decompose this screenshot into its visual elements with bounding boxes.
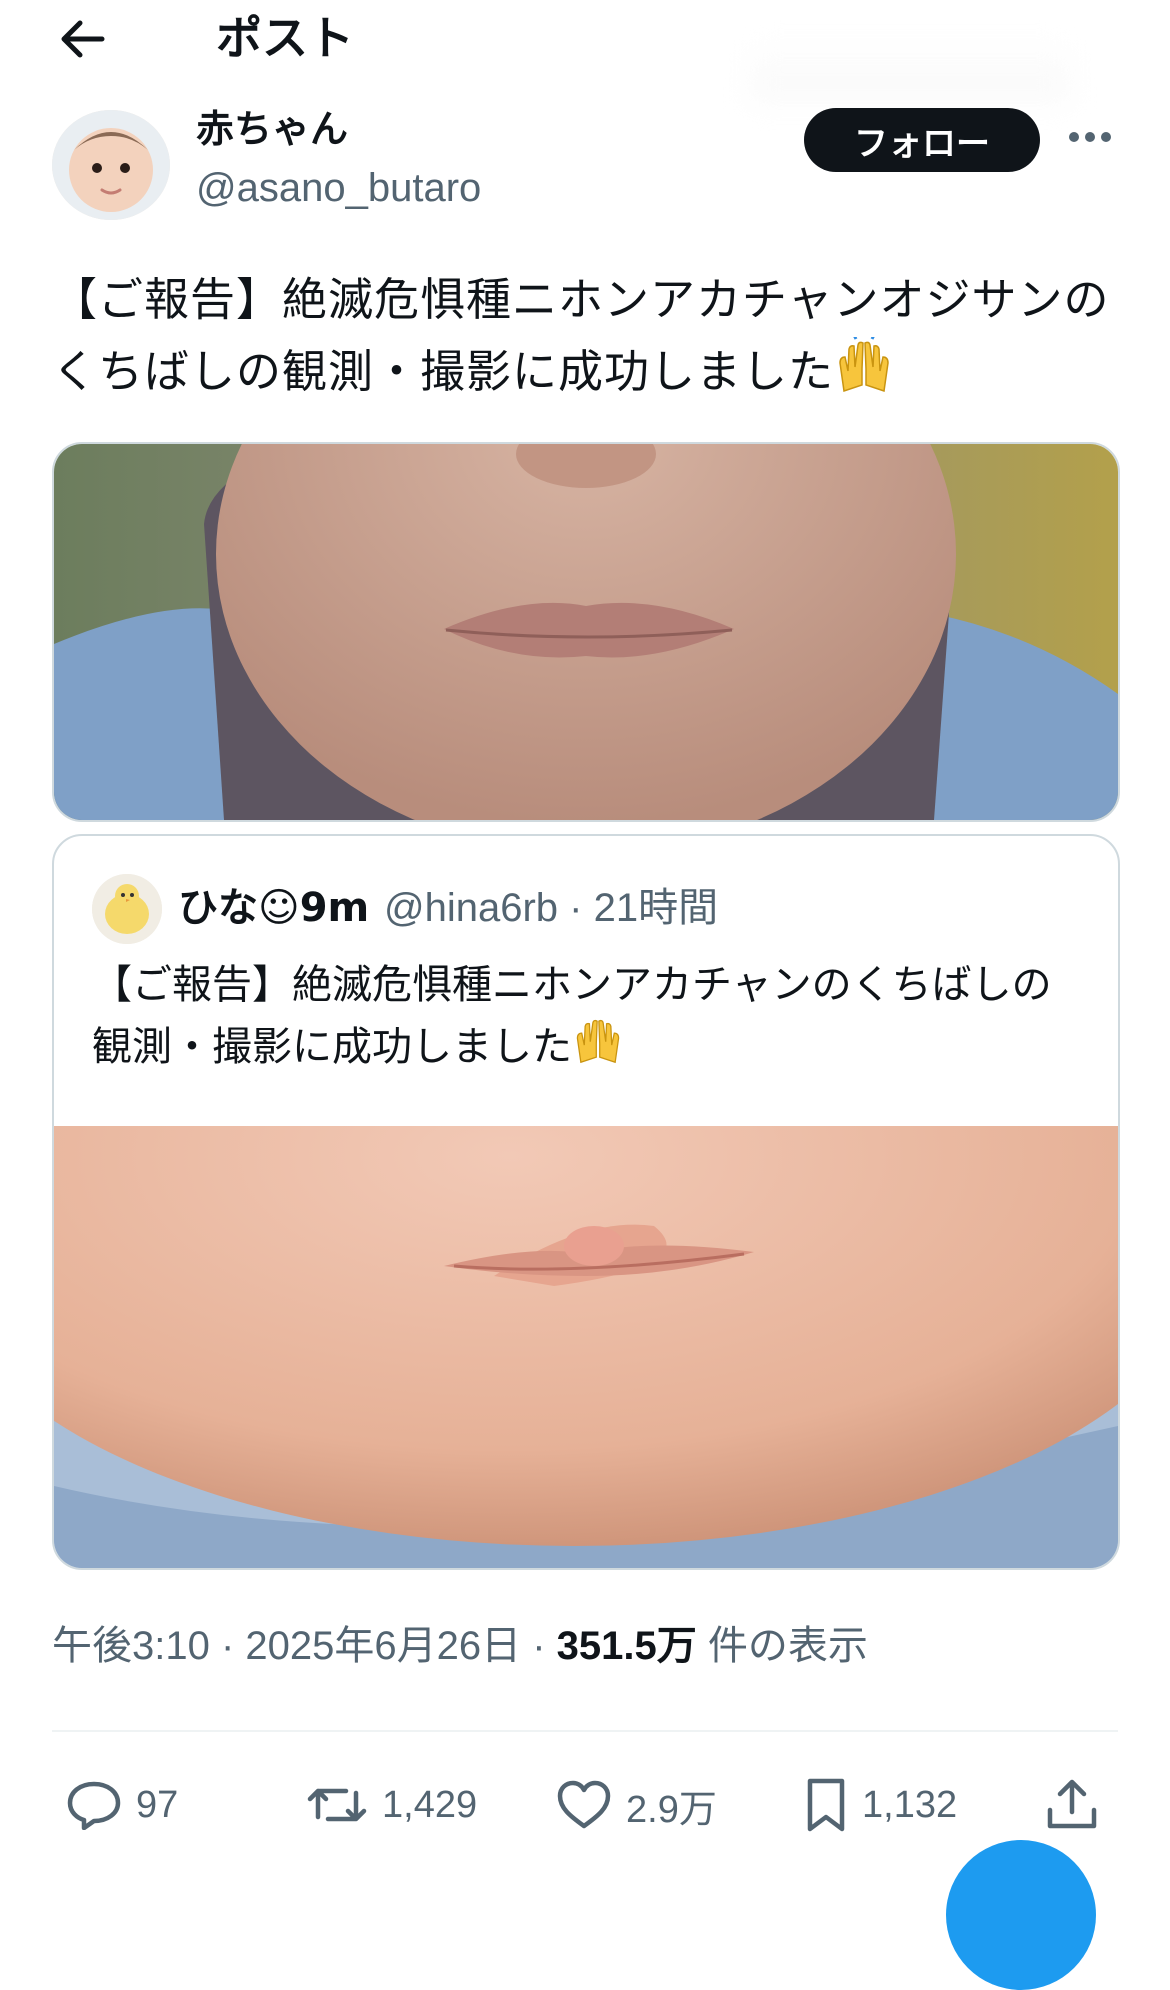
author-display-name[interactable]: 赤ちゃん: [196, 104, 348, 154]
divider: [52, 1730, 1118, 1732]
post-text: 【ご報告】絶滅危惧種ニホンアカチャンオジサンのくちばしの観測・撮影に成功しました: [52, 264, 1132, 414]
view-count-suffix: 件の表示: [696, 1624, 868, 1668]
repost-button[interactable]: 1,429: [306, 1770, 477, 1840]
post-text-body: 【ご報告】絶滅危惧種ニホンアカチャンオジサンのくちばしの観測・撮影に成功しました: [52, 273, 1110, 398]
repost-count: 1,429: [382, 1783, 478, 1826]
like-count: 2.9万: [626, 1788, 717, 1831]
more-button[interactable]: [1060, 112, 1120, 162]
view-count: 351.5万: [556, 1624, 697, 1668]
heart-icon: [557, 1780, 611, 1829]
raising-hands-emoji: [834, 332, 894, 414]
repost-icon: [307, 1788, 367, 1822]
quote-text: 【ご報告】絶滅危惧種ニホンアカチャンのくちばしの観測・撮影に成功しました: [92, 954, 1082, 1082]
quote-media-image[interactable]: [54, 1126, 1118, 1568]
quote-handle-time: @hina6rb · 21時間: [384, 886, 719, 930]
reply-icon: [67, 1781, 121, 1830]
raising-hands-emoji: [572, 1016, 624, 1082]
bookmark-count: 1,132: [862, 1783, 958, 1826]
arrow-left-icon: [61, 20, 105, 58]
bookmark-icon: [807, 1778, 845, 1832]
avatar[interactable]: [52, 110, 170, 220]
share-icon: [1047, 1779, 1097, 1829]
reply-count: 97: [136, 1783, 179, 1826]
post-meta: 午後3:10 · 2025年6月26日 · 351.5万 件の表示: [52, 1618, 868, 1674]
back-button[interactable]: [52, 12, 112, 66]
post-timestamp[interactable]: 午後3:10 · 2025年6月26日 ·: [52, 1624, 557, 1668]
header-overlay: [750, 40, 1070, 100]
quote-display-name[interactable]: ひな☺9m: [178, 882, 369, 934]
like-button[interactable]: 2.9万: [556, 1770, 717, 1840]
bookmark-button[interactable]: 1,132: [804, 1770, 957, 1840]
post-media-image[interactable]: [52, 442, 1120, 822]
compose-fab-button[interactable]: [946, 1840, 1096, 1990]
author-handle[interactable]: @asano_butaro: [196, 162, 481, 214]
page-title: ポスト: [216, 11, 354, 65]
quote-avatar[interactable]: [92, 874, 162, 944]
share-button[interactable]: [1046, 1770, 1098, 1840]
more-horizontal-icon: [1069, 132, 1111, 142]
follow-button[interactable]: フォロー: [804, 108, 1040, 172]
reply-button[interactable]: 97: [66, 1770, 178, 1840]
quoted-post-card[interactable]: ひな☺9m @hina6rb · 21時間 【ご報告】絶滅危惧種ニホンアカチャン…: [52, 834, 1120, 1570]
